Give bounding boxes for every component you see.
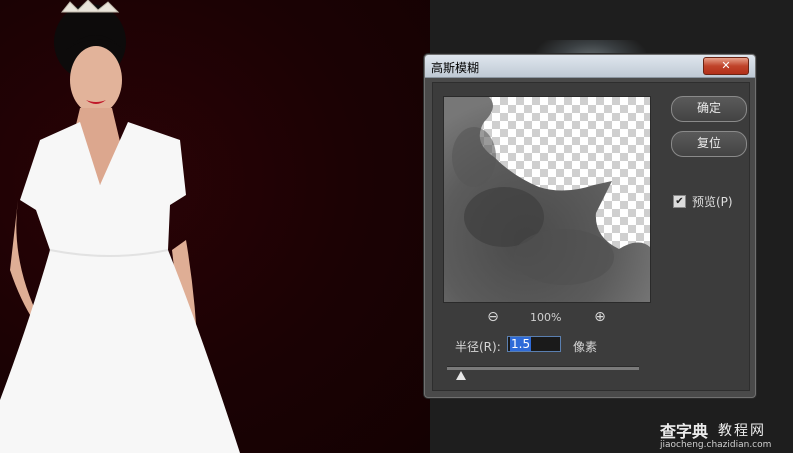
bride-photo — [0, 0, 240, 453]
watermark-brand: 查字典 — [660, 422, 709, 441]
document-canvas — [0, 0, 430, 453]
reset-button[interactable]: 复位 — [671, 131, 747, 157]
gaussian-blur-dialog: 高斯模糊 ✕ ⊖ 100% ⊕ 确定 复位 ✔ 预览(P) 半径(R): 1.5… — [424, 54, 756, 398]
preview-label: 预览(P) — [692, 195, 733, 209]
close-button[interactable]: ✕ — [703, 57, 749, 75]
zoom-level: 100% — [530, 311, 562, 324]
dialog-titlebar[interactable]: 高斯模糊 ✕ — [425, 55, 755, 78]
close-icon: ✕ — [721, 59, 731, 72]
zoom-out-icon[interactable]: ⊖ — [485, 309, 501, 325]
radius-slider-track[interactable] — [447, 366, 639, 370]
radius-value: 1.5 — [510, 337, 532, 351]
watermark-category: 教程网 — [718, 423, 766, 439]
radius-unit: 像素 — [573, 340, 598, 354]
watermark: 查字典 教程网 jiaocheng.chazidian.com — [660, 418, 790, 452]
ok-button[interactable]: 确定 — [671, 96, 747, 122]
radius-label: 半径(R): — [455, 340, 501, 354]
radius-slider-thumb[interactable] — [456, 371, 466, 380]
dialog-title: 高斯模糊 — [431, 61, 480, 75]
preview-image — [444, 97, 650, 302]
zoom-in-icon[interactable]: ⊕ — [592, 309, 608, 325]
radius-input[interactable]: 1.5 — [507, 336, 561, 352]
zoom-controls: ⊖ 100% ⊕ — [443, 309, 649, 327]
blur-preview[interactable] — [443, 96, 651, 303]
watermark-url: jiaocheng.chazidian.com — [660, 440, 772, 450]
preview-checkbox[interactable]: ✔ — [673, 195, 686, 208]
